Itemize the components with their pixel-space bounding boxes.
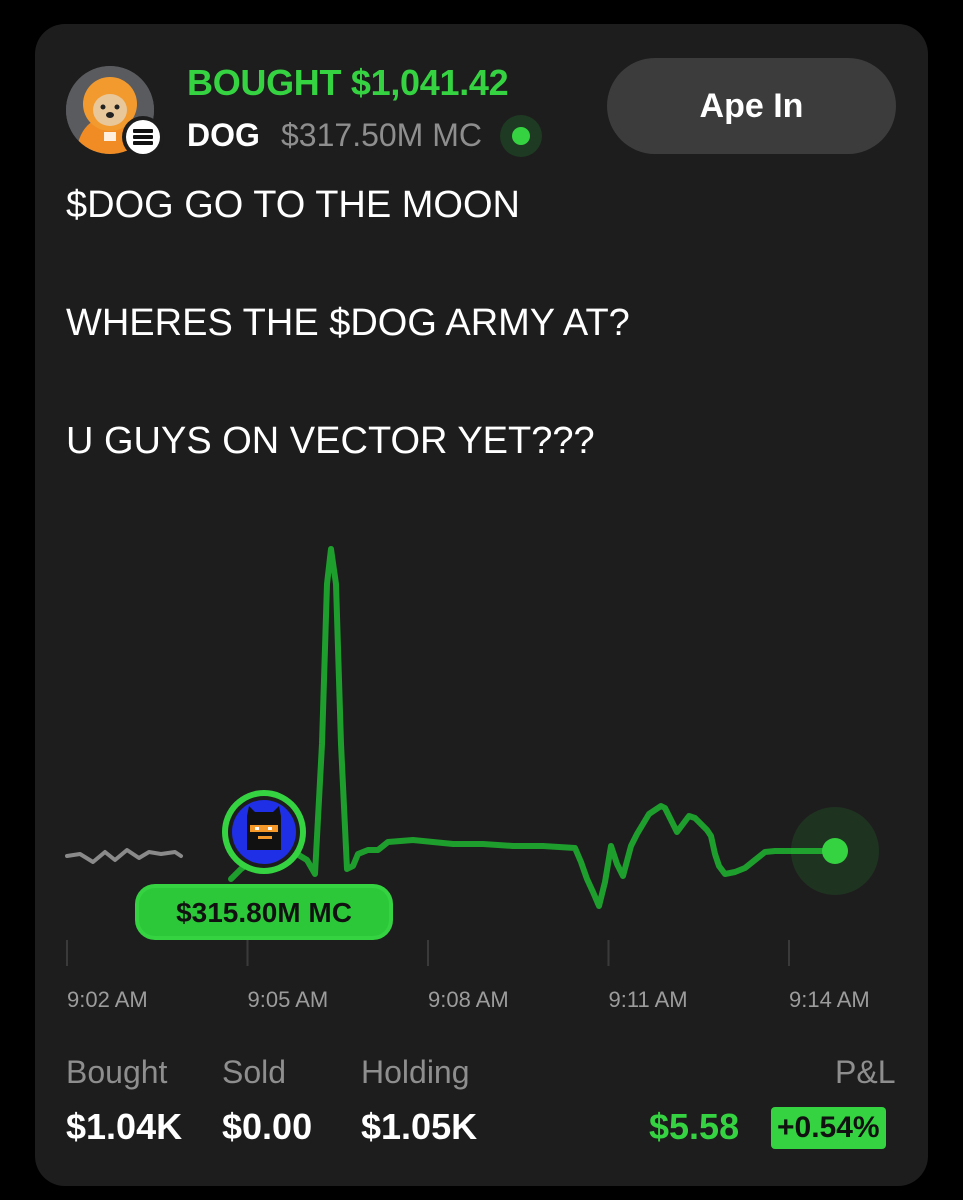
current-price-dot[interactable] (822, 838, 848, 864)
token-ticker[interactable]: DOG (187, 117, 260, 154)
post-text-line: WHERES THE $DOG ARMY AT? (66, 302, 630, 344)
solana-chain-icon (122, 116, 164, 158)
x-tick-label: 9:08 AM (428, 987, 509, 1012)
price-line-pre-buy (65, 848, 183, 864)
trade-post-card: BOUGHT $1,041.42 DOG $317.50M MC Ape In … (35, 24, 928, 1186)
x-tick-label: 9:14 AM (789, 987, 870, 1012)
bought-label: Bought (66, 1054, 168, 1090)
buyer-avatar-marker[interactable] (222, 790, 306, 874)
post-text-line: U GUYS ON VECTOR YET??? (66, 420, 595, 462)
sold-label: Sold (222, 1054, 287, 1090)
x-tick-label: 9:05 AM (248, 987, 329, 1012)
bought-amount: BOUGHT $1,041.42 (187, 62, 509, 103)
market-cap: $317.50M MC (281, 117, 482, 153)
post-text-line: $DOG GO TO THE MOON (66, 184, 520, 226)
live-status-icon (500, 115, 542, 157)
holding-label: Holding (361, 1054, 470, 1090)
price-chart[interactable]: $315.80M MC 9:02 AM 9:05 AM 9:08 AM 9:11 AM… (35, 524, 928, 1024)
buy-marker-label: $315.80M MC (135, 884, 393, 940)
pnl-label: P&L (835, 1054, 896, 1090)
pnl-percent-badge: +0.54% (771, 1107, 886, 1149)
live-dot (512, 127, 530, 145)
price-line (228, 546, 838, 909)
x-axis: 9:02 AM 9:05 AM 9:08 AM 9:11 AM 9:14 AM (66, 940, 870, 1012)
bought-value: $1.04K (66, 1106, 183, 1147)
x-tick-label: 9:02 AM (67, 987, 148, 1012)
x-tick-label: 9:11 AM (609, 987, 688, 1012)
pnl-value: $5.58 (649, 1106, 740, 1147)
holding-value: $1.05K (361, 1106, 478, 1147)
svg-text:$315.80M MC: $315.80M MC (176, 897, 352, 928)
sold-value: $0.00 (222, 1106, 313, 1147)
ape-in-button[interactable]: Ape In (607, 58, 896, 154)
